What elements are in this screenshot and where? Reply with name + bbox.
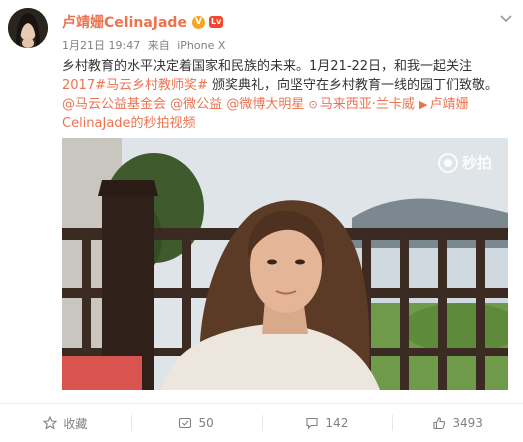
level-badge: Lv: [208, 16, 224, 28]
text-part-2: 颁奖典礼，向坚守在乡村教育一线的园丁们致敬。: [207, 78, 499, 93]
thumbs-up-icon: [433, 417, 446, 430]
avatar[interactable]: [8, 8, 48, 48]
comment-button[interactable]: 142: [261, 404, 393, 442]
like-button[interactable]: 3493: [392, 404, 523, 442]
video-watermark: 秒拍: [437, 152, 492, 173]
miaopai-logo-icon: [437, 152, 458, 173]
username[interactable]: 卢靖姗CelinaJade V Lv: [62, 12, 224, 32]
repost-button[interactable]: 50: [130, 404, 262, 442]
action-bar: 收藏 50 142 3493: [0, 404, 523, 442]
timestamp[interactable]: 1月21日 19:47: [62, 39, 140, 52]
favorite-button[interactable]: 收藏: [0, 404, 131, 442]
post-meta: 1月21日 19:47 来自 iPhone X: [62, 37, 225, 53]
source-prefix: 来自: [147, 39, 170, 52]
source: iPhone X: [177, 39, 226, 52]
comment-count: 142: [325, 416, 349, 430]
mention-mayun-foundation[interactable]: @马云公益基金会: [62, 97, 166, 112]
location-text[interactable]: 马来西亚·兰卡威: [320, 97, 415, 112]
verified-badge: V: [191, 15, 205, 29]
location-link[interactable]: ⊙ 马来西亚·兰卡威: [308, 97, 414, 112]
location-pin-icon: ⊙: [308, 98, 318, 111]
repost-icon: [179, 417, 192, 429]
repost-count: 50: [198, 416, 214, 430]
video-thumbnail[interactable]: 秒拍: [62, 138, 508, 390]
like-count: 3493: [452, 416, 483, 430]
award-topic-link[interactable]: 2017#马云乡村教师奖#: [62, 78, 208, 93]
post-text: 乡村教育的水平决定着国家和民族的未来。1月21-22日，和我一起关注 2017#马…: [62, 57, 508, 133]
text-part-1: 乡村教育的水平决定着国家和民族的未来。1月21-22日，和我一起关注: [62, 59, 473, 74]
video-camera-icon: ▶: [418, 98, 428, 111]
chevron-down-icon[interactable]: [499, 14, 513, 24]
star-icon: [43, 416, 58, 430]
watermark-text: 秒拍: [461, 154, 492, 172]
username-text[interactable]: 卢靖姗CelinaJade: [62, 12, 187, 32]
mention-weibo-star[interactable]: @微博大明星: [226, 97, 304, 112]
mention-weigongyi[interactable]: @微公益: [170, 97, 222, 112]
favorite-label: 收藏: [63, 416, 88, 431]
comment-icon: [306, 417, 318, 430]
